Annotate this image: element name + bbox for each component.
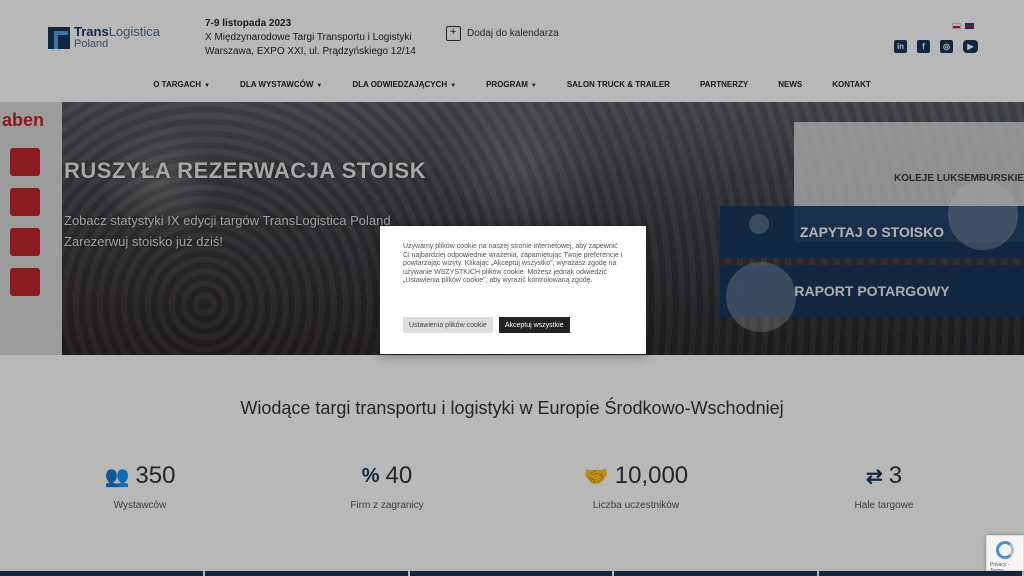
cookie-consent-dialog: Używamy plików cookie na naszej stronie … [380, 226, 646, 354]
recaptcha-links[interactable]: Privacy - Terms [990, 562, 1023, 574]
recaptcha-badge[interactable]: Privacy - Terms [986, 535, 1024, 574]
accept-all-cookies-button[interactable]: Akceptuj wszystkie [498, 317, 570, 333]
recaptcha-icon [996, 541, 1014, 559]
cookie-consent-text: Używamy plików cookie na naszej stronie … [403, 243, 623, 285]
cookie-settings-button[interactable]: Ustawienia plików cookie [403, 317, 493, 333]
